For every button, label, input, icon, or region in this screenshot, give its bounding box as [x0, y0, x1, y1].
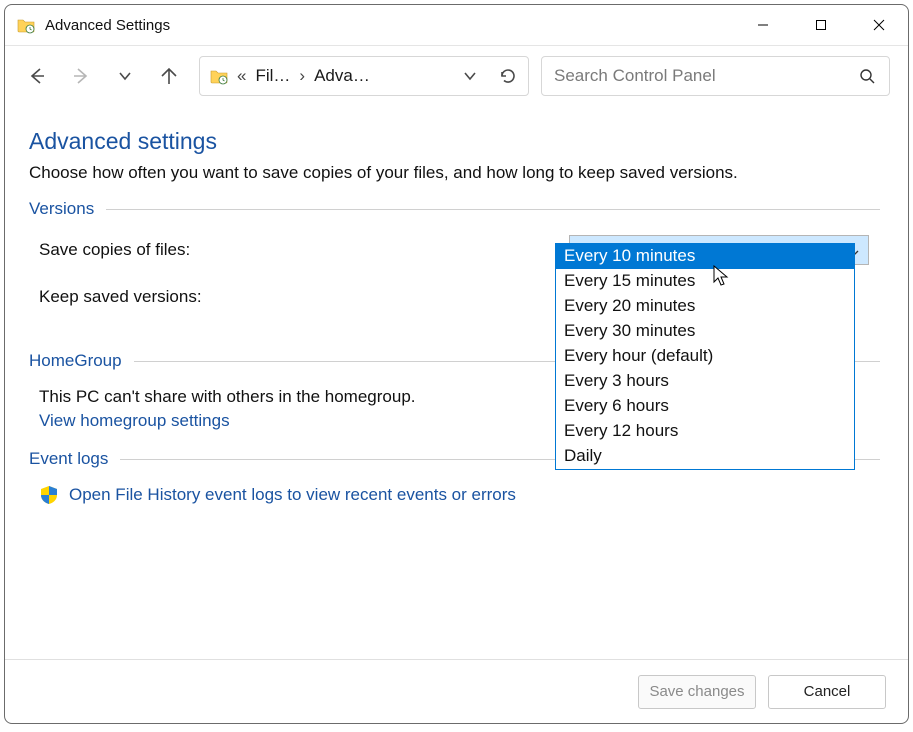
- dropdown-option[interactable]: Every 6 hours: [556, 394, 854, 419]
- forward-button[interactable]: [69, 64, 93, 88]
- eventlogs-row: Open File History event logs to view rec…: [29, 479, 880, 505]
- section-versions-header: Versions: [29, 199, 880, 219]
- dropdown-option[interactable]: Every 15 minutes: [556, 269, 854, 294]
- nav-arrows: [23, 64, 187, 88]
- cancel-button[interactable]: Cancel: [768, 675, 886, 709]
- save-copies-dropdown[interactable]: Every 10 minutesEvery 15 minutesEvery 20…: [555, 243, 855, 470]
- content: Advanced settings Choose how often you w…: [5, 106, 908, 659]
- dropdown-option[interactable]: Every 10 minutes: [556, 244, 854, 269]
- folder-clock-icon: [17, 16, 35, 34]
- search-icon[interactable]: [855, 64, 879, 88]
- refresh-button[interactable]: [494, 62, 522, 90]
- window-title: Advanced Settings: [45, 17, 734, 34]
- address-dropdown-button[interactable]: [456, 62, 484, 90]
- dropdown-option[interactable]: Every 20 minutes: [556, 294, 854, 319]
- up-button[interactable]: [157, 64, 181, 88]
- save-copies-label: Save copies of files:: [29, 240, 569, 260]
- eventlogs-link[interactable]: Open File History event logs to view rec…: [69, 485, 516, 505]
- nav-row: « Fil… › Adva…: [5, 46, 908, 106]
- search-bar[interactable]: [541, 56, 890, 96]
- recent-dropdown-button[interactable]: [113, 64, 137, 88]
- folder-clock-icon: [210, 67, 228, 85]
- breadcrumb-seg-2[interactable]: Adva…: [314, 66, 370, 86]
- save-changes-button[interactable]: Save changes: [638, 675, 756, 709]
- titlebar: Advanced Settings: [5, 5, 908, 46]
- shield-icon: [39, 485, 59, 505]
- section-eventlogs-label: Event logs: [29, 449, 108, 469]
- chevron-right-icon: ›: [296, 66, 308, 86]
- divider: [106, 209, 880, 210]
- search-input[interactable]: [552, 65, 855, 87]
- breadcrumb-back-icon[interactable]: «: [234, 66, 249, 86]
- page-title: Advanced settings: [29, 128, 880, 155]
- footer: Save changes Cancel: [5, 659, 908, 723]
- address-bar[interactable]: « Fil… › Adva…: [199, 56, 529, 96]
- dropdown-option[interactable]: Every 30 minutes: [556, 319, 854, 344]
- section-versions-label: Versions: [29, 199, 94, 219]
- window-controls: [734, 5, 908, 45]
- maximize-button[interactable]: [792, 5, 850, 45]
- keep-versions-label: Keep saved versions:: [29, 287, 569, 307]
- back-button[interactable]: [25, 64, 49, 88]
- minimize-button[interactable]: [734, 5, 792, 45]
- breadcrumb-seg-1[interactable]: Fil…: [255, 66, 290, 86]
- dropdown-option[interactable]: Every hour (default): [556, 344, 854, 369]
- dropdown-option[interactable]: Every 12 hours: [556, 419, 854, 444]
- close-button[interactable]: [850, 5, 908, 45]
- dropdown-option[interactable]: Every 3 hours: [556, 369, 854, 394]
- dropdown-option[interactable]: Daily: [556, 444, 854, 469]
- page-description: Choose how often you want to save copies…: [29, 163, 880, 183]
- window-frame: Advanced Settings: [4, 4, 909, 724]
- section-homegroup-label: HomeGroup: [29, 351, 122, 371]
